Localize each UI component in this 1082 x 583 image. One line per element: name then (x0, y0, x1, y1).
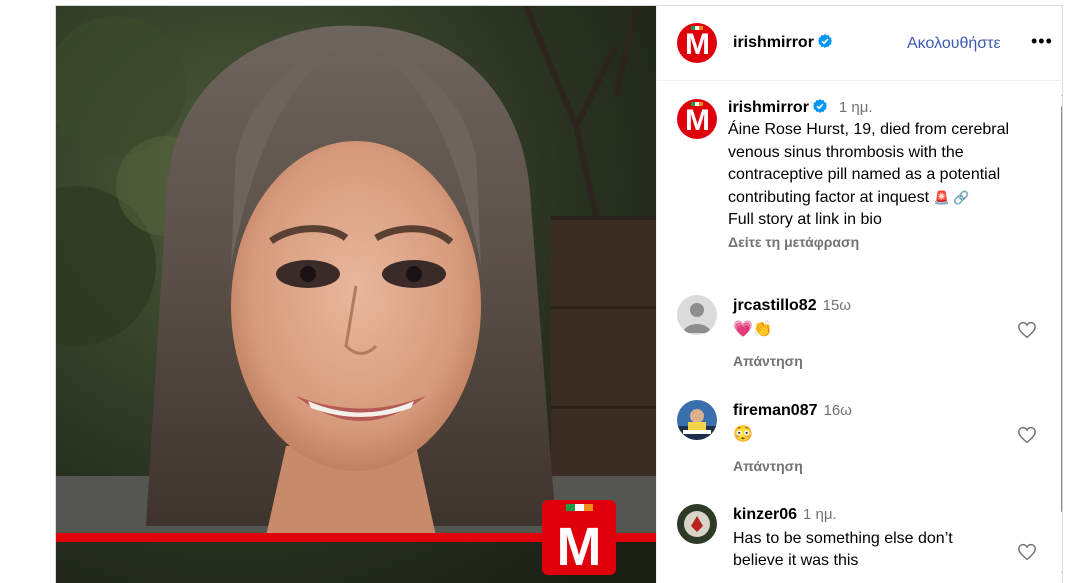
like-heart-icon[interactable] (1017, 543, 1037, 561)
irish-mirror-logo-badge: M (542, 500, 616, 575)
post-modal: M M irishmirror Ακολουθήστε ••• M irishm… (55, 5, 1063, 583)
verified-badge-icon (812, 99, 827, 113)
comment-time[interactable]: 15ω (823, 297, 851, 314)
caption-time[interactable]: 1 ημ. (839, 99, 873, 116)
like-heart-icon[interactable] (1017, 426, 1037, 444)
more-options-icon[interactable]: ••• (1031, 32, 1053, 50)
comment-text: Has to be something else don’t believe i… (733, 530, 953, 569)
comment-username[interactable]: fireman087 (733, 402, 818, 419)
avatar-letter: M (685, 103, 710, 137)
scroll-down-arrow-icon[interactable] (1061, 572, 1062, 578)
profile-avatar[interactable]: M (677, 23, 717, 63)
caption-username[interactable]: irishmirror (728, 99, 809, 116)
caption-avatar[interactable]: M (677, 99, 717, 139)
post-photo[interactable]: M (56, 6, 656, 583)
caption-text: Áine Rose Hurst, 19, died from cerebral … (728, 119, 1038, 232)
flag-icon (691, 26, 703, 30)
like-heart-icon[interactable] (1017, 321, 1037, 339)
see-translation-link[interactable]: Δείτε τη μετάφραση (728, 234, 859, 250)
avatar-letter: M (685, 27, 710, 61)
comment-time[interactable]: 16ω (824, 402, 852, 419)
post-header: M irishmirror Ακολουθήστε ••• (657, 6, 1062, 81)
svg-text:M: M (557, 517, 602, 575)
reply-button[interactable]: Απάντηση (733, 353, 803, 369)
comment-username[interactable]: kinzer06 (733, 506, 797, 523)
reply-button[interactable]: Απάντηση (733, 458, 803, 474)
flag-icon (691, 102, 703, 106)
caption-link-note: Full story at link in bio (728, 211, 882, 228)
user-avatar-icon[interactable] (677, 504, 717, 544)
scroll-up-arrow-icon[interactable] (1061, 90, 1062, 96)
comment-username[interactable]: jrcastillo82 (733, 297, 817, 314)
post-details-panel: M irishmirror Ακολουθήστε ••• M irishmir… (656, 6, 1062, 583)
header-username[interactable]: irishmirror (733, 34, 814, 51)
comment-time[interactable]: 1 ημ. (803, 506, 837, 523)
caption-emoji: 🚨 🔗 (933, 189, 970, 205)
comment-text: 😳 (733, 426, 753, 443)
scrollbar-thumb[interactable] (1061, 104, 1062, 514)
verified-badge-icon (817, 34, 832, 48)
user-avatar-icon[interactable] (677, 400, 717, 440)
portrait-illustration (56, 6, 656, 583)
follow-button[interactable]: Ακολουθήστε (907, 35, 1001, 53)
comment-text: 💗👏 (733, 321, 773, 338)
default-avatar-icon[interactable] (677, 295, 717, 335)
